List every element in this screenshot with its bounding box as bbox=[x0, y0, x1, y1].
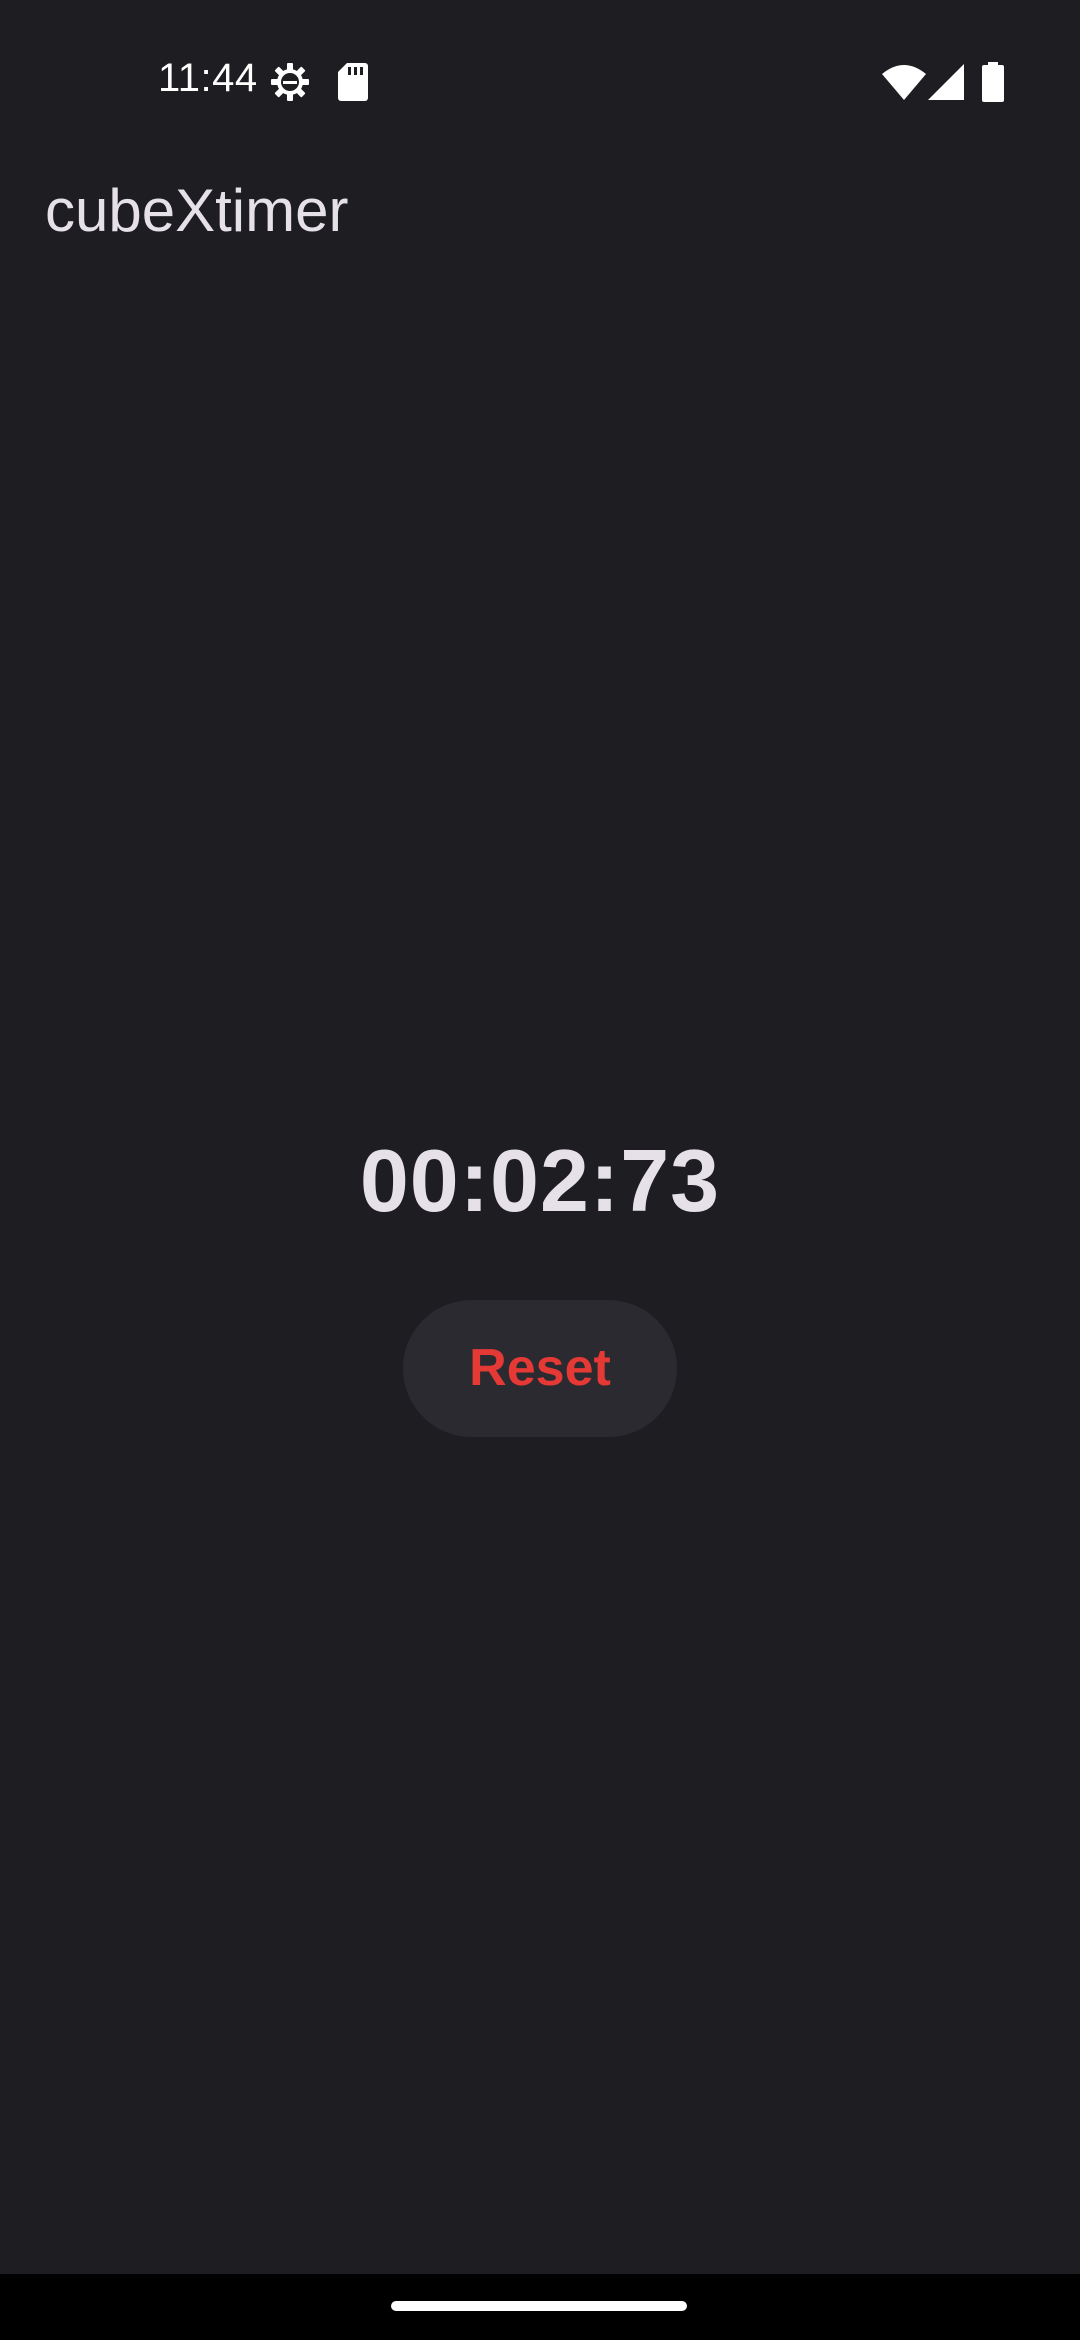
reset-button[interactable]: Reset bbox=[403, 1300, 677, 1437]
settings-gear-icon bbox=[271, 63, 309, 101]
wifi-icon bbox=[882, 65, 926, 100]
screen: 11:44 cubeXtimer 00:02:73 Reset bbox=[0, 0, 1080, 2340]
status-bar: 11:44 bbox=[0, 0, 1080, 130]
timer-display: 00:02:73 bbox=[359, 1131, 721, 1230]
home-indicator[interactable] bbox=[391, 2301, 687, 2311]
battery-icon bbox=[982, 62, 1004, 102]
app-title: cubeXtimer bbox=[45, 177, 349, 244]
status-time: 11:44 bbox=[158, 56, 258, 100]
sd-card-icon bbox=[338, 63, 368, 101]
signal-icon bbox=[928, 64, 964, 100]
